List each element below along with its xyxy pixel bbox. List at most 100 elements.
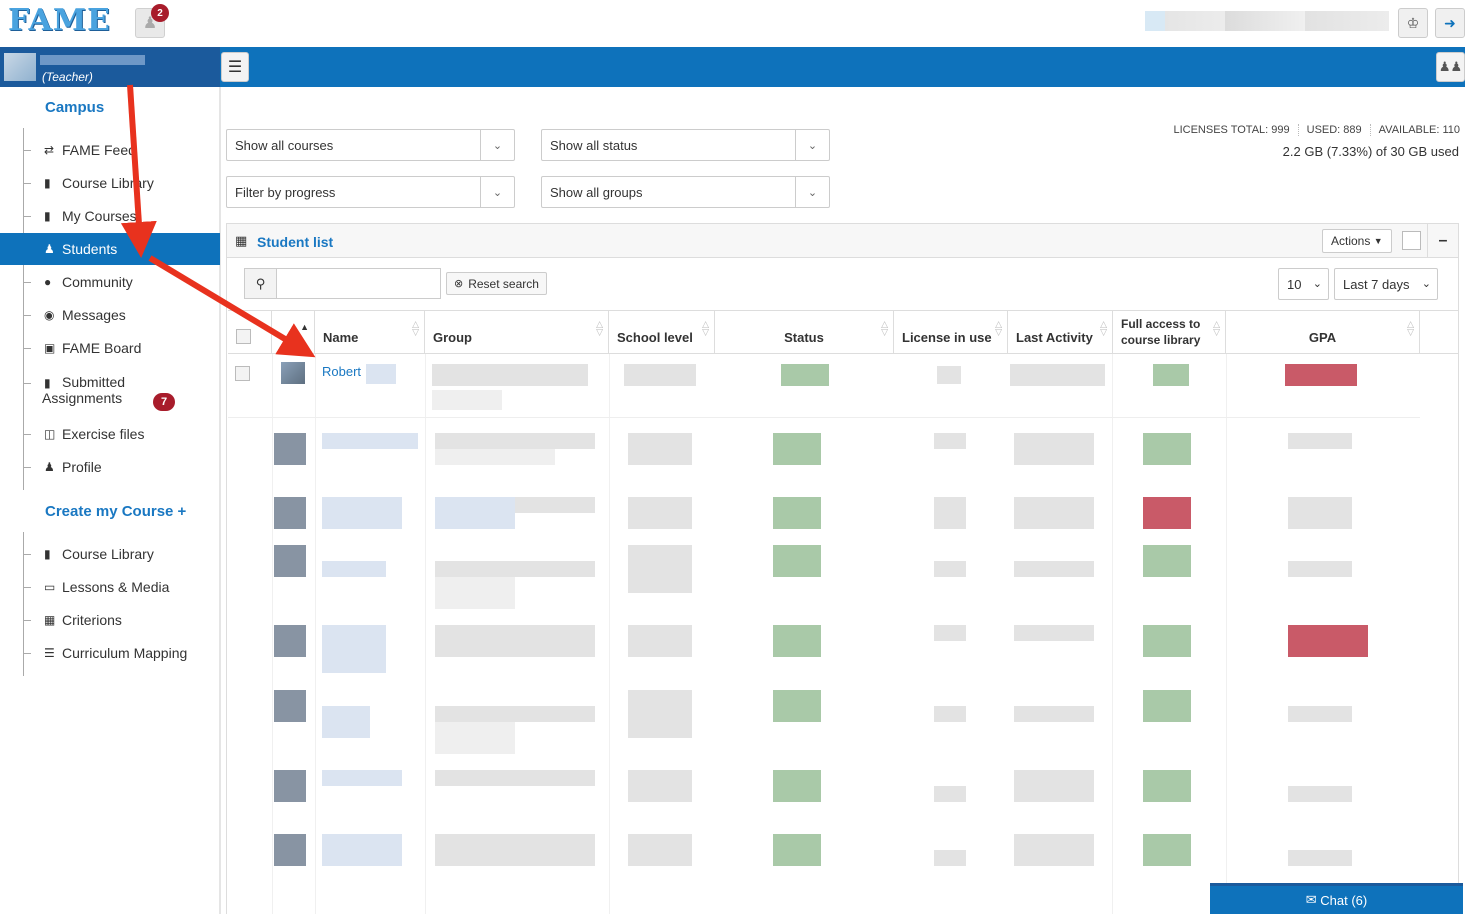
sidebar-item-submitted-assignments[interactable]: ▮ Submitted Assignments — [0, 370, 220, 414]
table-icon: ▦ — [44, 613, 56, 627]
sort-icon: △ ▽ — [1407, 319, 1414, 337]
student-avatar — [281, 362, 305, 384]
users-icon: ♟♟ — [1438, 59, 1463, 74]
period-select[interactable]: Last 7 days ⌄ — [1334, 268, 1438, 300]
groups-button[interactable]: ♟♟ — [1436, 52, 1465, 82]
blurred-level — [624, 364, 696, 386]
hamburger-icon: ☰ — [227, 59, 243, 76]
page-size-select[interactable]: 10 ⌄ — [1278, 268, 1329, 300]
create-course-title[interactable]: Create my Course + — [45, 503, 186, 520]
sidebar-item-messages[interactable]: ◉ Messages — [0, 299, 220, 331]
blurred-gpa — [1285, 364, 1357, 386]
licenses-total: LICENSES TOTAL: 999 — [1173, 124, 1290, 136]
sort-icon: △ ▽ — [1100, 319, 1107, 337]
select-all-checkbox[interactable] — [236, 329, 251, 344]
column-header-gpa[interactable]: GPA △ ▽ — [1226, 311, 1420, 353]
sort-icon: △ ▽ — [596, 319, 603, 337]
row-checkbox[interactable] — [235, 366, 250, 381]
book-icon: ▮ — [44, 176, 51, 190]
sidebar-item-my-courses[interactable]: ▮ My Courses — [0, 200, 220, 232]
book-icon: ▮ — [44, 376, 51, 390]
progress-filter-select[interactable]: Filter by progress ⌄ — [226, 176, 515, 208]
license-summary: LICENSES TOTAL: 999 USED: 889 AVAILABLE: 1… — [1140, 124, 1460, 136]
blurred-group — [432, 390, 502, 410]
reset-search-button[interactable]: ⊗ Reset search — [446, 272, 547, 295]
image-icon: ▣ — [44, 341, 56, 355]
sidebar-item-fame-board[interactable]: ▣ FAME Board — [0, 332, 220, 364]
sidebar-item-exercise-files[interactable]: ◫ Exercise files — [0, 418, 220, 450]
select-all-cell — [228, 311, 272, 353]
column-header-group[interactable]: Group △ ▽ — [425, 311, 609, 353]
logout-button[interactable]: ➜ — [1435, 8, 1465, 38]
column-header-name[interactable]: Name △ ▽ — [315, 311, 425, 353]
sidebar-item-criterions[interactable]: ▦ Criterions — [0, 604, 220, 636]
blurred-status — [781, 364, 829, 386]
actions-dropdown[interactable]: Actions ▼ — [1322, 229, 1392, 253]
minus-icon: – — [1438, 232, 1448, 249]
storage-usage: 2.2 GB (7.33%) of 30 GB used — [1282, 144, 1459, 159]
caret-down-icon: ▼ — [1373, 236, 1383, 246]
table-icon: ▦ — [235, 233, 248, 248]
user-secret-icon: ♔ — [1406, 14, 1420, 31]
folder-open-icon: ◫ — [44, 427, 56, 441]
column-header-school-level[interactable]: School level △ ▽ — [609, 311, 715, 353]
user-icon: ♟ — [44, 460, 55, 474]
licenses-available: AVAILABLE: 110 — [1369, 124, 1460, 136]
sidebar-item-lessons-media[interactable]: ▭ Lessons & Media — [0, 571, 220, 603]
sidebar-item-create-course-library[interactable]: ▮ Course Library — [0, 538, 220, 570]
collapse-panel-button[interactable]: – — [1427, 224, 1458, 258]
chevron-down-icon: ⌄ — [795, 177, 829, 207]
users-icon: ♟ — [44, 242, 55, 256]
blurred-access — [1153, 364, 1189, 386]
assignments-count-badge: 7 — [153, 393, 175, 411]
menu-toggle-button[interactable]: ☰ — [221, 52, 249, 82]
user-name-blurred — [1145, 11, 1389, 31]
groups-filter-select[interactable]: Show all groups ⌄ — [541, 176, 830, 208]
campus-title[interactable]: Campus — [45, 99, 104, 116]
status-filter-select[interactable]: Show all status ⌄ — [541, 129, 830, 161]
blurred-activity — [1010, 364, 1105, 386]
sidebar-item-community[interactable]: ● Community — [0, 266, 220, 298]
table-header: ▲ Name △ ▽ Group △ ▽ School level △ ▽ Status △ ▽… — [228, 310, 1458, 354]
sidebar-item-profile[interactable]: ♟ Profile — [0, 451, 220, 483]
student-name-link[interactable]: Robert — [322, 364, 361, 379]
search-icon: ⚲ — [255, 275, 266, 291]
monitor-icon: ▭ — [44, 580, 56, 594]
search-input[interactable] — [276, 268, 441, 299]
expand-button[interactable] — [1402, 231, 1421, 250]
sidebar-item-students[interactable]: ♟ Students — [0, 233, 220, 265]
search-button[interactable]: ⚲ — [244, 268, 277, 299]
panel-header: ▦ Student list Actions ▼ – — [227, 224, 1458, 258]
globe-icon: ● — [44, 275, 52, 289]
column-header-status[interactable]: Status △ ▽ — [715, 311, 894, 353]
sidebar-item-course-library[interactable]: ▮ Course Library — [0, 167, 220, 199]
licenses-used: USED: 889 — [1297, 124, 1362, 136]
avatar-column-header[interactable]: ▲ — [272, 311, 315, 353]
retweet-icon: ⇄ — [44, 143, 55, 157]
blurred-license — [937, 366, 961, 384]
panel-title: Student list — [257, 234, 334, 250]
list-icon: ☰ — [44, 646, 55, 660]
chevron-down-icon: ⌄ — [1421, 278, 1431, 290]
avatar — [4, 53, 36, 81]
comments-icon: ✉ — [1305, 892, 1321, 907]
chevron-down-icon: ⌄ — [480, 130, 514, 160]
times-circle-icon: ⊗ — [454, 278, 464, 290]
sort-icon: △ ▽ — [1213, 319, 1220, 337]
user-settings-button[interactable]: ♔ — [1398, 8, 1428, 38]
sidebar-item-fame-feed[interactable]: ⇄ FAME Feed — [0, 134, 220, 166]
comment-icon: ◉ — [44, 308, 55, 322]
teacher-name-blurred — [40, 55, 145, 65]
chat-button[interactable]: ✉ Chat (6) — [1210, 883, 1463, 914]
fame-logo[interactable]: FAME — [8, 3, 111, 38]
column-header-license[interactable]: License in use △ ▽ — [894, 311, 1008, 353]
sign-out-icon: ➜ — [1444, 14, 1456, 31]
user-panel[interactable]: (Teacher) — [0, 47, 220, 87]
sort-icon: △ ▽ — [881, 319, 888, 337]
sidebar-item-curriculum-mapping[interactable]: ☰ Curriculum Mapping — [0, 637, 220, 669]
column-header-full-access[interactable]: Full access to course library △ ▽ — [1113, 311, 1226, 353]
courses-filter-select[interactable]: Show all courses ⌄ — [226, 129, 515, 161]
chevron-down-icon: ⌄ — [480, 177, 514, 207]
column-header-last-activity[interactable]: Last Activity △ ▽ — [1008, 311, 1113, 353]
sort-icon: △ ▽ — [702, 319, 709, 337]
